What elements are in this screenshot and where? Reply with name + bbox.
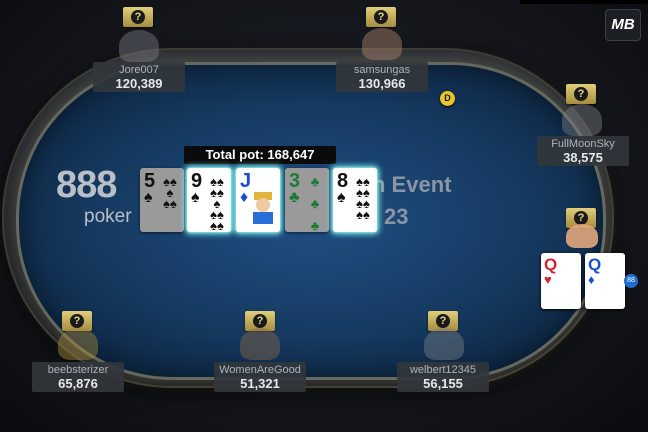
dealer-button: D [440, 91, 455, 106]
question-icon: ? [574, 87, 588, 101]
question-icon: ? [436, 314, 450, 328]
player-stack: 51,321 [240, 376, 280, 391]
top-bar [520, 0, 648, 4]
player-name: WomenAreGood [219, 364, 301, 376]
question-icon: ? [374, 10, 388, 24]
avatar [119, 30, 159, 62]
card-pips: ♠♠ ♠♠ ♠♠ ♠♠ [356, 174, 370, 222]
player-name: Jore007 [119, 64, 159, 76]
hero-card-2: Q ♦ [585, 253, 625, 309]
board-card-5: 8 ♠ ♠♠ ♠♠ ♠♠ ♠♠ [333, 168, 377, 232]
event-year: 23 [384, 204, 409, 229]
avatar [562, 104, 602, 136]
logo-poker: poker [84, 206, 132, 227]
card-suit: ♦ [588, 272, 595, 287]
player-plate: samsungas 130,966 [336, 62, 428, 92]
player-name: welbert12345 [409, 364, 477, 376]
question-icon: ? [574, 211, 588, 225]
avatar [566, 224, 598, 248]
board-card-1: 5 ♠ ♠♠ ♠ ♠♠ [140, 168, 184, 232]
card-pips: ♠♠ ♠♠ ♠ ♠♠ ♠♠ [210, 174, 224, 233]
player-stack: 130,966 [358, 76, 406, 91]
card-suit: ♠ [337, 189, 346, 206]
player-plate: beebsterizer 65,876 [32, 362, 124, 392]
card-suit: ♥ [544, 272, 552, 287]
card-suit: ♣ [289, 189, 300, 206]
board-card-4: 3 ♣ ♣ ♣ ♣ [285, 168, 329, 232]
help-badge[interactable]: ? [566, 84, 596, 104]
jack-face-icon [253, 192, 273, 224]
logo-888: 888 [56, 164, 117, 206]
total-pot: Total pot: 168,647 [184, 146, 336, 164]
player-stack: 38,575 [563, 150, 603, 165]
player-name: beebsterizer [47, 364, 109, 376]
player-stack: 120,389 [115, 76, 163, 91]
question-icon: ? [131, 10, 145, 24]
player-plate: FullMoonSky 38,575 [537, 136, 629, 166]
player-plate: Jore007 120,389 [93, 62, 185, 92]
brand-logo: 888 poker [56, 164, 132, 227]
card-suit: ♦ [240, 189, 249, 206]
player-plate: WomenAreGood 51,321 [214, 362, 306, 392]
player-stack: 65,876 [58, 376, 98, 391]
help-badge[interactable]: ? [366, 7, 396, 27]
question-icon: ? [70, 314, 84, 328]
question-icon: ? [253, 314, 267, 328]
player-plate: welbert12345 56,155 [397, 362, 489, 392]
card-suit: ♠ [191, 189, 200, 206]
event-title: n Event [372, 172, 452, 197]
avatar [58, 328, 98, 360]
card-pips: ♠♠ ♠ ♠♠ [163, 174, 177, 211]
card-pips: ♣ ♣ ♣ [310, 174, 320, 233]
avatar [240, 328, 280, 360]
avatar [424, 328, 464, 360]
help-badge[interactable]: ? [123, 7, 153, 27]
card-suit: ♠ [144, 189, 153, 206]
player-name: FullMoonSky [551, 138, 615, 150]
board-card-3: J ♦ [236, 168, 280, 232]
corner-logo[interactable]: MB [605, 9, 641, 41]
board-card-2: 9 ♠ ♠♠ ♠♠ ♠ ♠♠ ♠♠ [187, 168, 231, 232]
avatar [362, 28, 402, 60]
hero-card-1: Q ♥ [541, 253, 581, 309]
player-stack: 56,155 [423, 376, 463, 391]
player-name: samsungas [353, 64, 411, 76]
hero-badge: 88 [624, 274, 638, 288]
